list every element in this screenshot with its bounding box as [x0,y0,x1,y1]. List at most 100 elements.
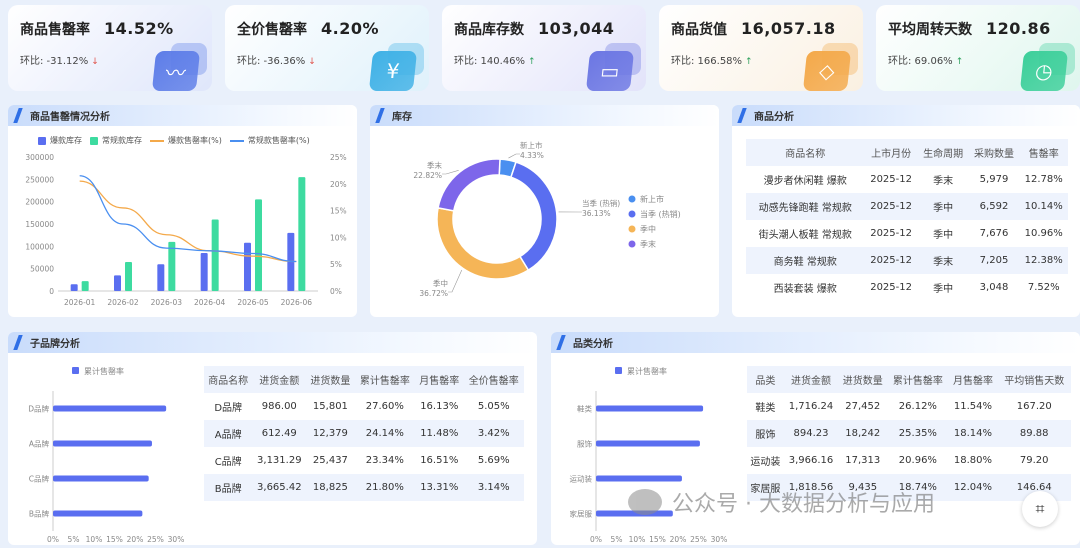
column-header[interactable]: 商品名称 [746,139,865,166]
table-cell: A品牌 [204,420,253,447]
legend-swatch [615,367,622,374]
table-cell: 7,205 [968,247,1020,274]
y-tick-label: 运动装 [570,474,593,484]
category-table: 品类 进货金额 进货数量 累计售罄率 月售罄率 平均销售天数 鞋类 1,716.24 27,45… [747,366,1071,501]
legend-marker [628,240,636,248]
column-header[interactable]: 月售罄率 [948,366,998,393]
table-cell: B品牌 [204,474,253,501]
table-row[interactable]: 商务鞋 常规款 2025-12 季末 7,205 12.38% [746,247,1068,274]
brand-table: 商品名称 进货金额 进货数量 累计售罄率 月售罄率 全价售罄率 D品牌 986.00 15,80… [204,366,524,501]
y2-tick-label: 15% [330,207,347,216]
table-row[interactable]: 西装套装 爆款 2025-12 季中 3,048 7.52% [746,274,1068,301]
trend-arrow-icon: ↓ [91,57,99,67]
column-header[interactable]: 累计售罄率 [354,366,416,393]
kpi-value: 120.86 [986,19,1051,38]
table-cell: 2025-12 [864,220,918,247]
column-header[interactable]: 进货金额 [252,366,307,393]
table-cell: 89.88 [997,420,1071,447]
panel-title: 库存 [370,105,719,126]
table-cell: 10.14% [1019,193,1068,220]
column-header[interactable]: 月售罄率 [415,366,464,393]
bar [168,241,176,291]
bar [114,275,121,291]
table-row[interactable]: B品牌 3,665.42 18,825 21.80% 13.31% 3.14% [204,474,524,501]
x-tick-label: 5% [611,535,623,544]
kpi-title: 全价售罄率 [237,22,307,38]
kpi-card: 商品货值 16,057.18 环比: 166.58% ↑ ◇ [659,5,863,91]
table-row[interactable]: 服饰 894.23 18,242 25.35% 18.14% 89.88 [747,420,1071,447]
table-row[interactable]: A品牌 612.49 12,379 24.14% 11.48% 3.42% [204,420,524,447]
kpi-card: 商品售罄率 14.52% 环比: -31.12% ↓ 〰 [8,5,212,91]
kpi-value: 4.20% [321,19,380,38]
table-cell: 鞋类 [747,393,784,420]
table-cell: 986.00 [252,393,307,420]
slice-pct: 4.33% [520,151,544,160]
table-cell: 6,592 [968,193,1020,220]
table-row[interactable]: 街头潮人板鞋 常规款 2025-12 季中 7,676 10.96% [746,220,1068,247]
y-tick-label: D品牌 [28,404,49,414]
x-tick-label: 20% [670,535,687,544]
table-cell: 服饰 [747,420,784,447]
y-tick-label: 家居服 [570,509,593,519]
table-row[interactable]: 鞋类 1,716.24 27,452 26.12% 11.54% 167.20 [747,393,1071,420]
table-cell: 15,801 [306,393,355,420]
column-header[interactable]: 售罄率 [1019,139,1068,166]
donut-slice [509,161,558,272]
bar [596,440,700,447]
table-cell: 季中 [917,193,969,220]
y-tick-label: 100000 [25,242,54,251]
column-header[interactable]: 上市月份 [864,139,918,166]
table-cell: 3,048 [968,274,1020,301]
column-header[interactable]: 进货数量 [838,366,888,393]
table-row[interactable]: D品牌 986.00 15,801 27.60% 16.13% 5.05% [204,393,524,420]
bar [53,510,143,517]
table-row[interactable]: C品牌 3,131.29 25,437 23.34% 16.51% 5.69% [204,447,524,474]
stock-donut-chart: 新上市4.33%当季 (热销)36.13%季中36.72%季末22.82%新上市… [413,140,680,298]
slice-label: 季末 [427,160,442,170]
column-header[interactable]: 品类 [747,366,784,393]
table-header: 商品名称 上市月份 生命周期 采购数量 售罄率 [746,139,1068,166]
bar [81,281,89,291]
kpi-card: 平均周转天数 120.86 环比: 69.06% ↑ ◷ [876,5,1080,91]
table-cell: 27.60% [354,393,416,420]
x-tick-label: 20% [127,535,144,544]
label-leader [448,269,463,293]
table-cell: D品牌 [204,393,253,420]
table-row[interactable]: 动感先锋跑鞋 常规款 2025-12 季中 6,592 10.14% [746,193,1068,220]
column-header[interactable]: 进货数量 [306,366,355,393]
table-cell: 27,452 [838,393,888,420]
table-row[interactable]: 漫步者休闲鞋 爆款 2025-12 季末 5,979 12.78% [746,166,1068,193]
column-header[interactable]: 平均销售天数 [997,366,1071,393]
kpi-change: 环比: 166.58% [671,56,743,67]
x-tick-label: 15% [649,535,666,544]
table-cell: 26.12% [887,393,949,420]
column-header[interactable]: 累计售罄率 [887,366,949,393]
table-cell: 23.34% [354,447,416,474]
column-header[interactable]: 采购数量 [968,139,1020,166]
y-tick-label: C品牌 [29,474,50,484]
sales-combo-chart: 0 50000 100000 150000 200000 250000 300000 0% 5%… [25,153,347,307]
table-row[interactable]: 运动装 3,966.16 17,313 20.96% 18.80% 79.20 [747,447,1071,474]
slice-pct: 22.82% [413,171,442,180]
bar [125,261,132,291]
slice-pct: 36.72% [419,289,448,298]
table-cell: 3,966.16 [783,447,839,474]
chart-legend: 爆款库存 常规款库存 爆款售罄率(%) 常规款售罄率(%) [8,126,357,146]
table-cell: 运动装 [747,447,784,474]
legend-label: 季末 [640,239,656,249]
kpi-change: 环比: 69.06% [888,56,953,67]
table-cell: 79.20 [997,447,1071,474]
x-tick-label: 2026-06 [281,298,313,307]
column-header[interactable]: 生命周期 [917,139,969,166]
column-header[interactable]: 进货金额 [783,366,839,393]
scan-icon[interactable]: ⌗ [1022,491,1058,527]
table-header: 品类 进货金额 进货数量 累计售罄率 月售罄率 平均销售天数 [747,366,1071,393]
table-cell: 季末 [917,166,969,193]
y-tick-label: 鞋类 [577,404,592,414]
table-cell: 3,665.42 [252,474,307,501]
bar [200,253,208,291]
column-header[interactable]: 全价售罄率 [463,366,524,393]
column-header[interactable]: 商品名称 [204,366,253,393]
bar [596,405,704,412]
x-tick-label: 15% [106,535,123,544]
